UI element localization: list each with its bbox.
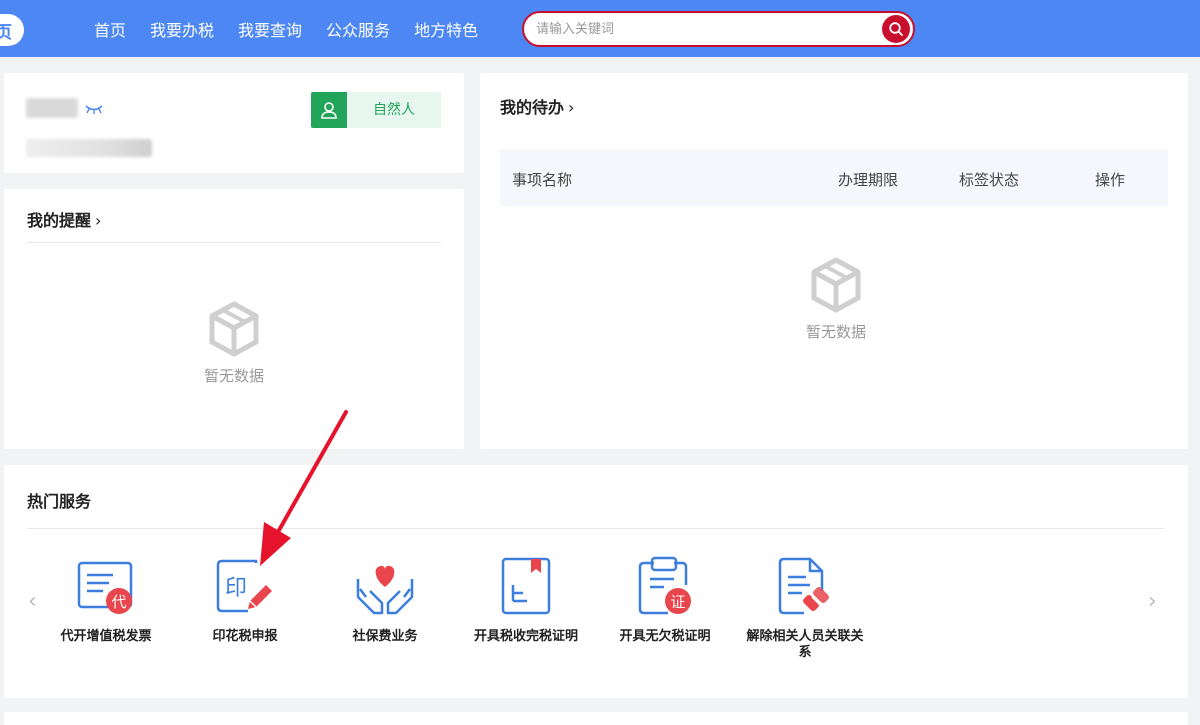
todo-card: 我的待办 › 事项名称 办理期限 标签状态 操作 暂无数据 <box>480 73 1188 449</box>
search-icon <box>889 22 903 36</box>
home-logo[interactable]: 页 <box>0 14 24 46</box>
search-input[interactable] <box>536 19 876 39</box>
service-no-tax-arrears-certificate[interactable]: 证 开具无欠税证明 <box>605 555 725 645</box>
badge-text: 印 <box>225 576 247 601</box>
service-label: 解除相关人员关联关系 <box>746 629 864 660</box>
todo-table-header: 事项名称 办理期限 标签状态 操作 <box>500 149 1168 206</box>
stamp-tax-edit-icon: 印 <box>185 555 305 617</box>
next-section-card <box>4 712 1188 725</box>
chevron-right-icon: › <box>568 98 575 117</box>
hot-services-title: 热门服务 <box>27 492 92 511</box>
nav-item-public-service[interactable]: 公众服务 <box>326 17 390 41</box>
service-stamp-tax-filing[interactable]: 印 印花税申报 <box>185 555 305 645</box>
main-nav: 首页 我要办税 我要查询 公众服务 地方特色 <box>82 0 490 57</box>
reminder-empty-state: 暂无数据 <box>174 301 294 386</box>
nav-item-query[interactable]: 我要查询 <box>238 17 302 41</box>
eye-closed-icon[interactable] <box>84 103 104 115</box>
bookmark-doc-icon <box>466 555 586 617</box>
doc-broken-link-icon <box>745 555 865 617</box>
person-icon <box>311 92 347 128</box>
reminder-title-text: 我的提醒 <box>27 211 92 230</box>
badge-text: 代 <box>111 593 126 611</box>
col-item-name: 事项名称 <box>512 171 573 189</box>
logo-char: 页 <box>0 23 12 43</box>
service-invoice-issuance[interactable]: 代 代开增值税发票 <box>46 555 166 645</box>
col-operation: 操作 <box>1095 171 1126 189</box>
todo-title[interactable]: 我的待办 › <box>500 94 574 118</box>
search-box <box>522 11 915 47</box>
service-label: 开具税收完税证明 <box>473 629 578 644</box>
invoice-doc-icon: 代 <box>46 555 166 617</box>
clipboard-certificate-icon: 证 <box>605 555 725 617</box>
masked-user-name <box>26 98 78 118</box>
col-deadline: 办理期限 <box>838 171 899 189</box>
masked-user-id <box>26 139 152 157</box>
carousel-next-arrow-icon[interactable]: › <box>1148 589 1157 614</box>
service-label: 开具无欠税证明 <box>619 629 711 644</box>
carousel-prev-arrow-icon[interactable]: ‹ <box>28 589 37 614</box>
service-label: 代开增值税发票 <box>60 629 152 644</box>
todo-title-text: 我的待办 <box>500 98 565 117</box>
reminder-title[interactable]: 我的提醒 › <box>27 207 101 231</box>
empty-box-icon <box>811 257 861 313</box>
badge-text: 证 <box>670 593 685 611</box>
reminder-divider <box>27 242 441 243</box>
nav-item-local-feature[interactable]: 地方特色 <box>414 17 478 41</box>
nav-item-tax-handling[interactable]: 我要办税 <box>150 17 214 41</box>
service-label: 社保费业务 <box>352 629 418 644</box>
search-button[interactable] <box>882 15 910 43</box>
service-unlink-related-persons[interactable]: 解除相关人员关联关系 <box>745 555 865 661</box>
role-label: 自然人 <box>373 102 415 118</box>
hands-heart-icon <box>325 555 445 617</box>
todo-empty-state: 暂无数据 <box>776 257 896 342</box>
empty-box-icon <box>209 301 259 357</box>
reminder-empty-text: 暂无数据 <box>203 367 264 385</box>
service-social-insurance[interactable]: 社保费业务 <box>325 555 445 645</box>
hot-services-card: 热门服务 ‹ › 代 代开增值税发票 印 印花税申报 社保费业务 开具税收完税证… <box>4 465 1188 698</box>
chevron-right-icon: › <box>95 211 102 230</box>
role-badge[interactable]: 自然人 <box>311 92 441 128</box>
col-tag-status: 标签状态 <box>959 171 1020 189</box>
reminder-card: 我的提醒 › 暂无数据 <box>4 189 464 449</box>
hot-services-divider <box>27 528 1164 529</box>
user-info-card: 自然人 <box>4 73 464 173</box>
service-tax-payment-certificate[interactable]: 开具税收完税证明 <box>466 555 586 645</box>
todo-empty-text: 暂无数据 <box>805 323 866 341</box>
top-nav-bar: 页 首页 我要办税 我要查询 公众服务 地方特色 <box>0 0 1200 57</box>
nav-item-home[interactable]: 首页 <box>94 17 126 41</box>
service-label: 印花税申报 <box>212 629 278 644</box>
